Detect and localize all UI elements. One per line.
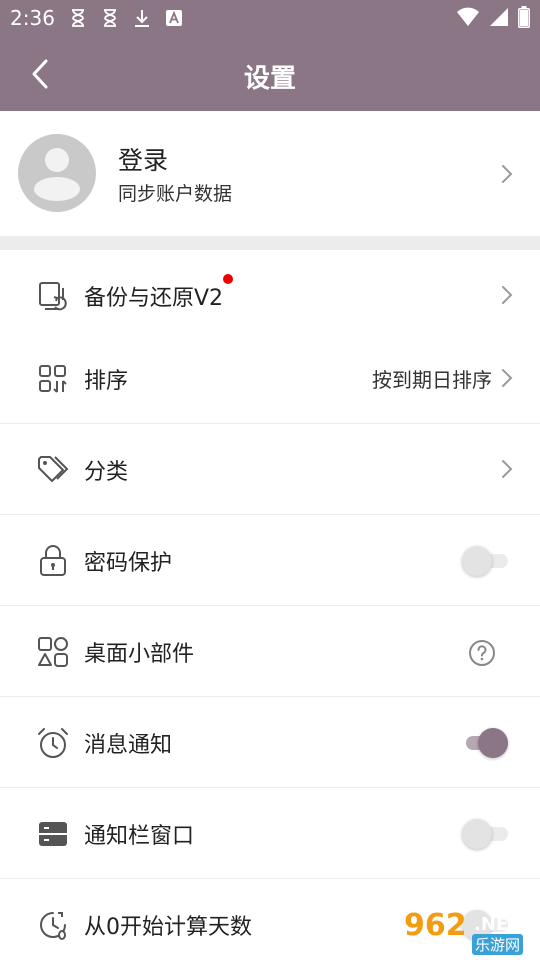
settings-row-category[interactable]: 分类 <box>0 424 540 515</box>
hourglass-icon <box>100 8 120 28</box>
battery-icon <box>518 6 530 32</box>
settings-row-label: 备份与还原V2 <box>84 286 224 311</box>
status-bar: 2:36 <box>0 0 540 36</box>
help-circle-icon[interactable] <box>468 639 496 667</box>
page-title: 设置 <box>243 64 296 94</box>
chevron-right-icon <box>502 460 513 478</box>
status-time: 2:36 <box>10 6 55 30</box>
settings-row-label: 分类 <box>84 460 129 485</box>
site-watermark: 962 .NET 乐游网 <box>400 908 534 955</box>
status-notification-icons <box>68 8 184 28</box>
app-bar: 设置 <box>0 36 540 111</box>
tag-icon <box>38 456 69 482</box>
toggle-thumb <box>462 546 492 576</box>
settings-row-notification-bar[interactable]: 通知栏窗口 <box>0 788 540 879</box>
alarm-clock-icon <box>38 728 68 758</box>
section-divider <box>0 236 540 250</box>
status-system-icons <box>456 6 530 32</box>
toggle-thumb <box>478 728 508 758</box>
sort-current-value: 按到期日排序 <box>372 368 492 392</box>
chevron-right-icon <box>502 165 513 183</box>
settings-row-widget[interactable]: 桌面小部件 <box>0 606 540 697</box>
notification-bar-toggle[interactable] <box>462 819 508 849</box>
widget-shapes-icon <box>38 637 68 667</box>
new-badge-dot <box>223 274 233 284</box>
toggle-thumb <box>462 819 492 849</box>
count-clock-icon <box>40 912 66 940</box>
watermark-suffix: .NET <box>474 914 521 935</box>
backup-restore-icon <box>39 282 67 311</box>
login-title: 登录 <box>118 146 169 175</box>
settings-row-backup[interactable]: 备份与还原V2 <box>0 250 540 341</box>
settings-row-label: 排序 <box>84 369 129 394</box>
login-row[interactable]: 登录 同步账户数据 <box>0 111 540 236</box>
settings-row-label: 通知栏窗口 <box>84 824 195 849</box>
signal-icon <box>488 6 510 32</box>
chevron-right-icon <box>502 369 513 387</box>
sort-grid-icon <box>39 365 67 393</box>
password-toggle[interactable] <box>462 546 508 576</box>
avatar <box>18 134 96 212</box>
watermark-site: 乐游网 <box>472 934 524 955</box>
chevron-right-icon <box>502 286 513 304</box>
lock-icon <box>40 545 66 576</box>
settings-row-password[interactable]: 密码保护 <box>0 515 540 606</box>
notification-bar-icon <box>39 822 67 846</box>
login-subtitle: 同步账户数据 <box>118 183 233 205</box>
settings-row-label: 桌面小部件 <box>84 642 195 667</box>
settings-row-notification[interactable]: 消息通知 <box>0 697 540 788</box>
download-icon <box>132 8 152 28</box>
notification-toggle[interactable] <box>462 728 508 758</box>
settings-row-label: 密码保护 <box>84 551 173 576</box>
watermark-number: 962 <box>404 908 467 943</box>
wifi-icon <box>456 6 480 32</box>
settings-row-sort[interactable]: 排序 按到期日排序 <box>0 333 540 424</box>
settings-row-label: 从0开始计算天数 <box>84 915 252 940</box>
hourglass-icon <box>68 8 88 28</box>
font-a-icon <box>164 8 184 28</box>
default-user-icon <box>34 148 80 201</box>
settings-row-label: 消息通知 <box>84 733 173 758</box>
